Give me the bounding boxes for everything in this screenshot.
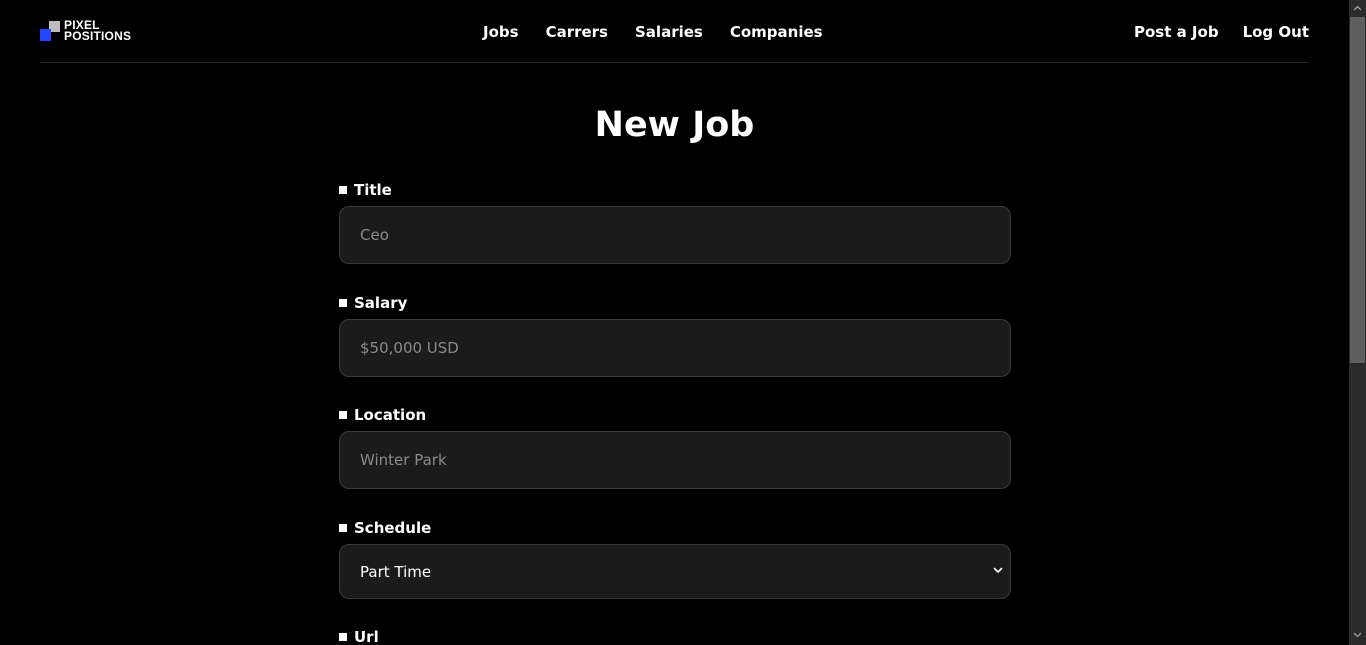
logo-line-2: POSITIONS xyxy=(64,28,132,43)
location-label: Location xyxy=(339,405,1011,425)
schedule-label-text: Schedule xyxy=(354,519,432,537)
salary-label: Salary xyxy=(339,293,1011,313)
salary-field-group: Salary xyxy=(339,293,1011,377)
logo-icon xyxy=(40,19,60,43)
nav-link-carrers[interactable]: Carrers xyxy=(546,22,608,42)
title-label-text: Title xyxy=(354,181,392,199)
chevron-down-icon xyxy=(993,567,1003,573)
location-input[interactable] xyxy=(339,431,1011,489)
logo-text: PIXEL POSITIONS xyxy=(64,19,132,43)
label-bullet-icon xyxy=(339,186,347,194)
page-title: New Job xyxy=(594,105,755,145)
title-input[interactable] xyxy=(339,206,1011,264)
location-field-group: Location xyxy=(339,405,1011,489)
url-label: Url xyxy=(339,627,1011,645)
scroll-up-arrow-icon[interactable] xyxy=(1349,0,1366,17)
nav-link-jobs[interactable]: Jobs xyxy=(483,22,519,42)
top-nav: PIXEL POSITIONS Jobs Carrers Salaries Co… xyxy=(40,0,1309,63)
schedule-select[interactable]: Part Time xyxy=(339,544,1011,599)
url-field-group: Url xyxy=(339,627,1011,645)
schedule-label: Schedule xyxy=(339,518,1011,538)
nav-link-companies[interactable]: Companies xyxy=(730,22,823,42)
label-bullet-icon xyxy=(339,633,347,641)
vertical-scrollbar[interactable] xyxy=(1349,0,1366,645)
brand-logo[interactable]: PIXEL POSITIONS xyxy=(40,19,140,45)
label-bullet-icon xyxy=(339,524,347,532)
title-field-group: Title xyxy=(339,180,1011,264)
salary-label-text: Salary xyxy=(354,294,408,312)
label-bullet-icon xyxy=(339,411,347,419)
label-bullet-icon xyxy=(339,299,347,307)
schedule-selected-value: Part Time xyxy=(360,563,432,581)
header-actions: Post a Job Log Out xyxy=(1110,22,1309,42)
nav-link-salaries[interactable]: Salaries xyxy=(635,22,703,42)
logo-square-blue xyxy=(40,29,51,41)
main-nav: Jobs Carrers Salaries Companies xyxy=(483,22,823,42)
salary-input[interactable] xyxy=(339,319,1011,377)
scrollbar-thumb[interactable] xyxy=(1350,17,1365,363)
schedule-field-group: Schedule Part Time xyxy=(339,518,1011,599)
location-label-text: Location xyxy=(354,406,427,424)
log-out-link[interactable]: Log Out xyxy=(1243,22,1309,42)
url-label-text: Url xyxy=(354,628,379,645)
post-job-link[interactable]: Post a Job xyxy=(1134,22,1219,42)
page: PIXEL POSITIONS Jobs Carrers Salaries Co… xyxy=(0,0,1349,645)
title-label: Title xyxy=(339,180,1011,200)
scroll-down-arrow-icon[interactable] xyxy=(1349,626,1366,643)
